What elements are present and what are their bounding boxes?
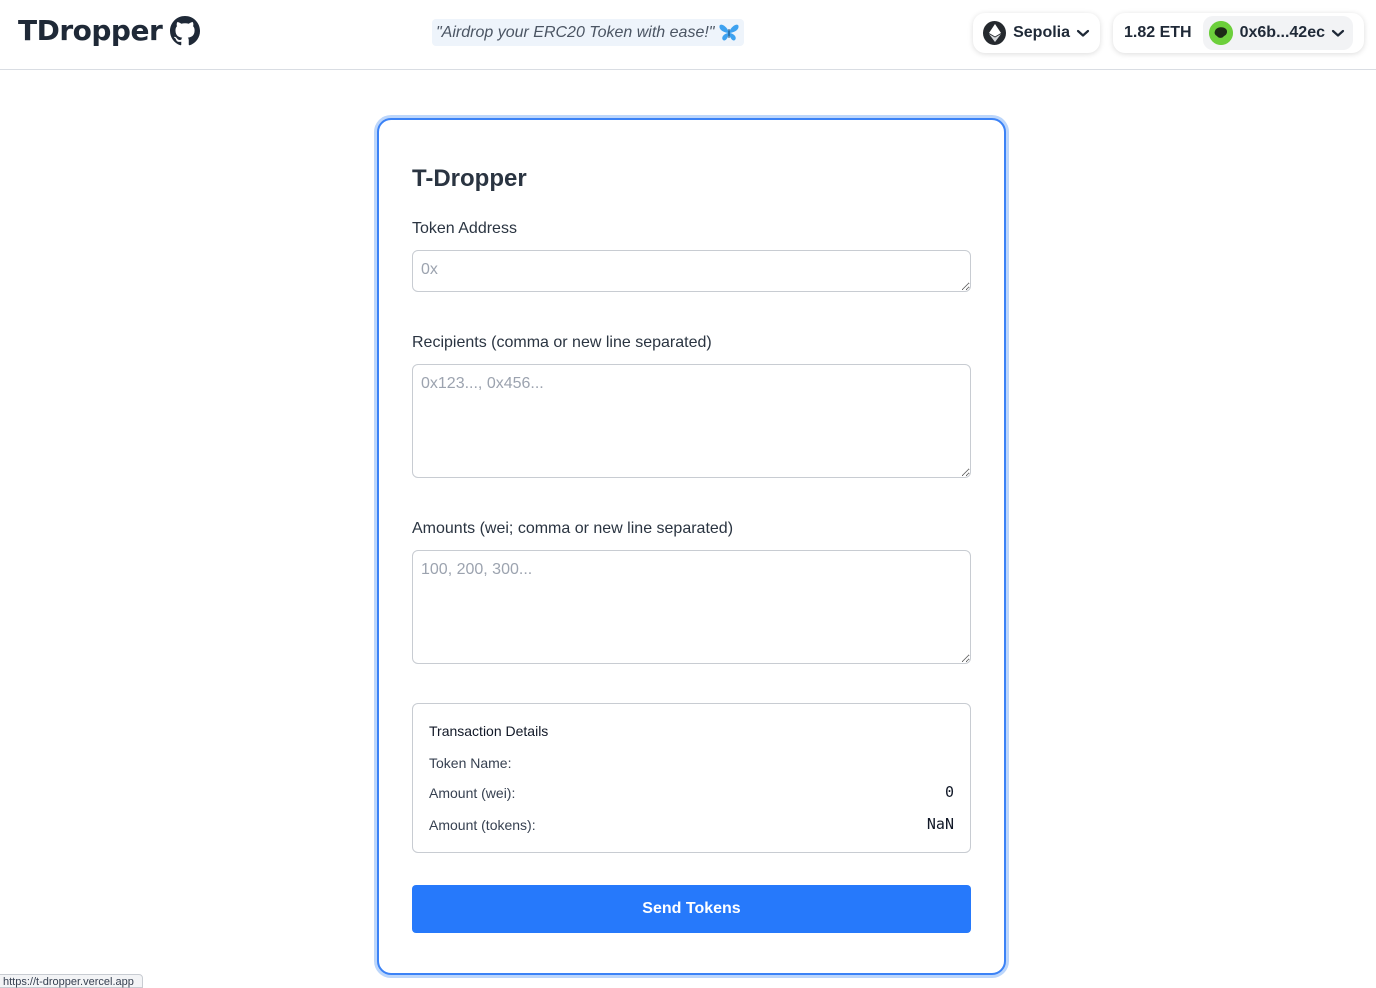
tagline: "Airdrop your ERC20 Token with ease!" (432, 19, 745, 46)
recipients-input[interactable] (412, 364, 971, 478)
github-icon[interactable] (170, 15, 201, 46)
top-navbar: TDropper "Airdrop your ERC20 Token with … (0, 0, 1376, 70)
amount-wei-label: Amount (wei): (429, 785, 516, 801)
transaction-details-panel: Transaction Details Token Name: Amount (… (412, 703, 971, 853)
butterfly-icon (718, 23, 740, 43)
send-tokens-button[interactable]: Send Tokens (412, 885, 971, 933)
airdrop-form-card: T-Dropper Token Address Recipients (comm… (377, 118, 1006, 975)
amounts-input[interactable] (412, 550, 971, 664)
account-button[interactable]: 1.82 ETH 0x6b...42ec (1113, 13, 1364, 53)
chevron-down-icon (1076, 28, 1090, 38)
chevron-down-icon (1331, 28, 1345, 38)
ethereum-icon (983, 21, 1007, 45)
recipients-label: Recipients (comma or new line separated) (412, 334, 712, 351)
network-selector[interactable]: Sepolia (973, 13, 1100, 53)
amounts-label: Amounts (wei; comma or new line separate… (412, 520, 734, 537)
token-address-input[interactable] (412, 250, 971, 292)
account-address: 0x6b...42ec (1239, 24, 1325, 41)
form-title: T-Dropper (412, 165, 527, 192)
brand-title[interactable]: TDropper (18, 14, 163, 47)
token-address-label: Token Address (412, 220, 517, 237)
transaction-details-title: Transaction Details (429, 723, 549, 739)
eth-balance: 1.82 ETH (1124, 24, 1192, 41)
token-name-label: Token Name: (429, 755, 512, 771)
tagline-text: "Airdrop your ERC20 Token with ease!" (436, 23, 715, 41)
amount-tokens-value: NaN (926, 815, 954, 833)
amount-tokens-label: Amount (tokens): (429, 817, 536, 833)
amount-wei-value: 0 (944, 783, 954, 801)
network-name: Sepolia (1013, 24, 1070, 41)
account-selector[interactable]: 0x6b...42ec (1202, 16, 1353, 50)
brand: TDropper (18, 14, 201, 47)
avatar-icon (1208, 21, 1233, 45)
